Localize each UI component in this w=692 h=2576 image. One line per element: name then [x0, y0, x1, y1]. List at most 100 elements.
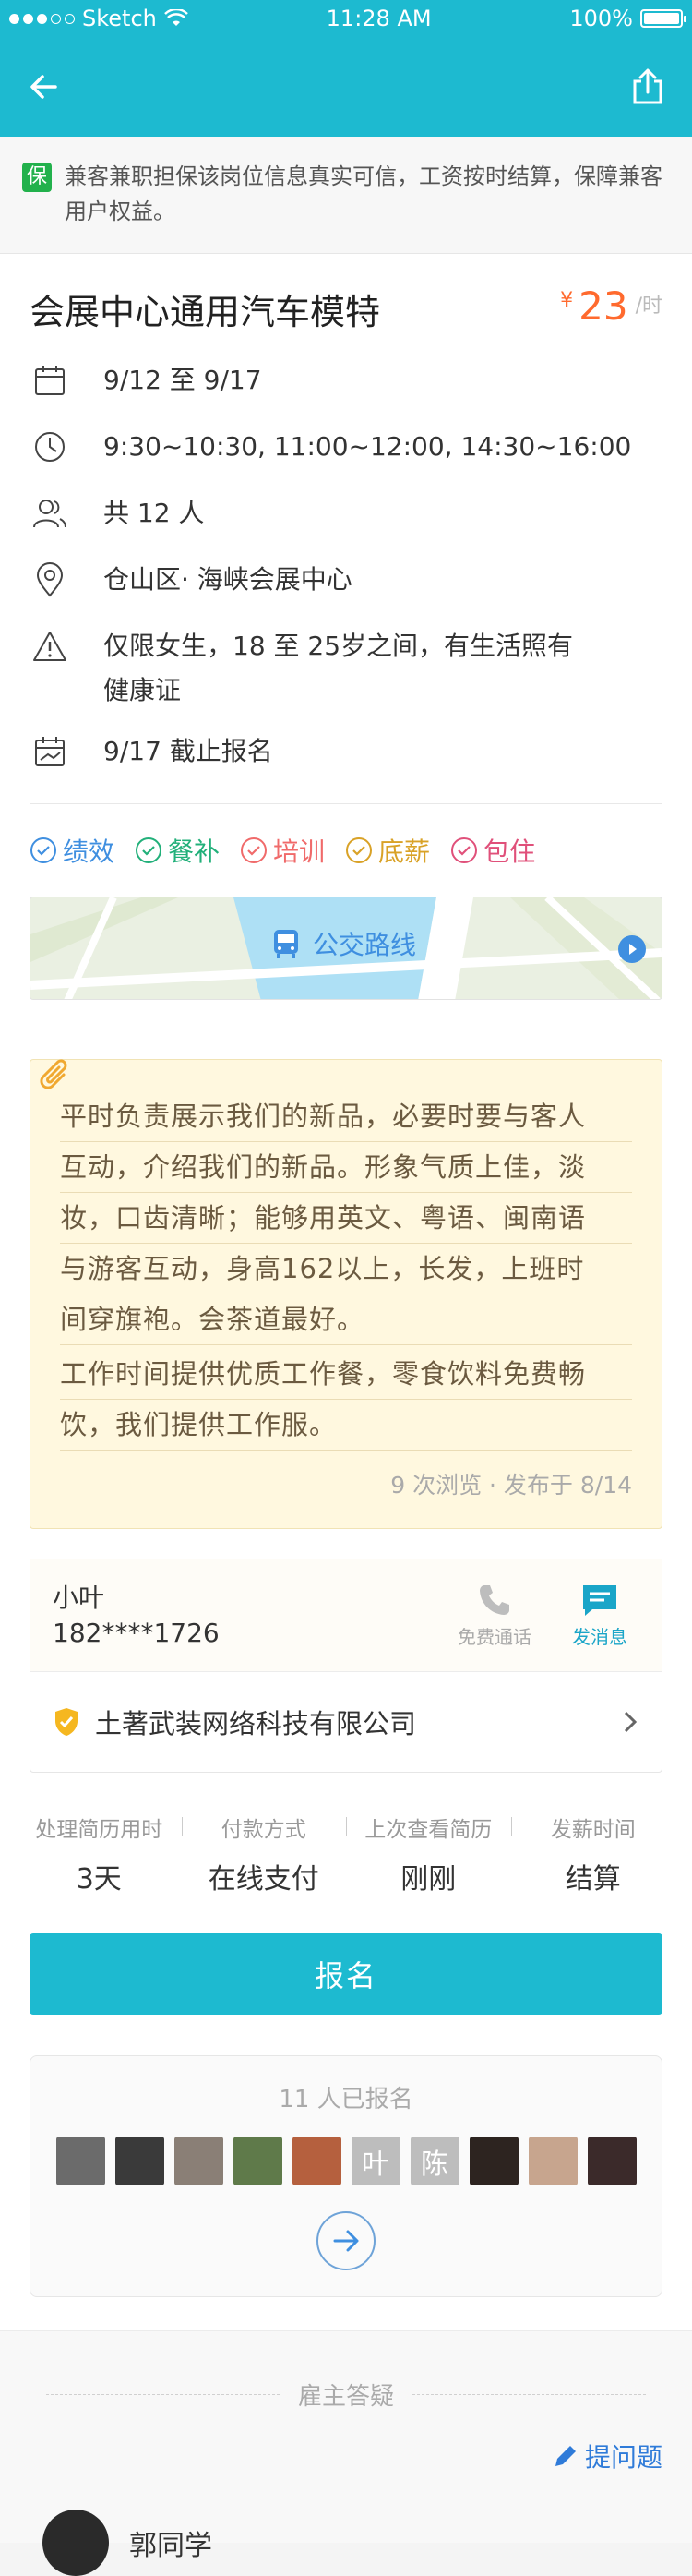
description-line: 饮，我们提供工作服。 [60, 1400, 632, 1451]
ask-question-button[interactable]: 提问题 [0, 2412, 692, 2474]
signal-icon [9, 13, 75, 24]
bus-route-map[interactable]: 公交路线 [30, 897, 662, 1000]
qa-heading: 雇主答疑 [298, 2383, 395, 2411]
description-line: 工作时间提供优质工作餐，零食饮料免费畅 [60, 1349, 632, 1400]
asker-avatar [42, 2510, 109, 2576]
stat-label: 处理简历用时 [35, 1818, 163, 1842]
ask-question-label: 提问题 [584, 2442, 662, 2473]
stat-value: 3天 [76, 1863, 122, 1896]
contact-name: 小叶 [53, 1582, 105, 1613]
back-button[interactable] [22, 65, 66, 109]
stat-item: 发薪时间 结算 [510, 1812, 676, 1896]
applicant-avatar[interactable]: 叶 [351, 2137, 400, 2185]
welfare-tag: 底薪 [345, 832, 430, 869]
guarantee-notice: 保 兼客兼职担保该岗位信息真实可信，工资按时结算，保障兼客用户权益。 [0, 137, 692, 254]
share-icon [633, 68, 662, 104]
applicant-avatars: 叶陈 [30, 2137, 662, 2185]
stat-item: 处理简历用时 3天 [17, 1812, 182, 1896]
status-right: 100% [569, 6, 686, 31]
send-message-label: 发消息 [572, 1626, 627, 1648]
signup-button[interactable]: 报名 [30, 1933, 662, 2015]
map-label: 公交路线 [313, 930, 417, 960]
asker-row: 郭同学 [0, 2474, 692, 2576]
applicants-panel: 11 人已报名 叶陈 [30, 2055, 662, 2297]
job-description: 平时负责展示我们的新品，必要时要与客人 互动，介绍我们的新品。形象气质上佳，淡 妆，… [30, 1059, 662, 1529]
battery-percent: 100% [569, 6, 633, 31]
description-line: 妆，口齿清晰；能够用英文、粤语、闽南语 [60, 1193, 632, 1244]
map-label-group: 公交路线 [272, 925, 416, 962]
qa-heading-row: 雇主答疑 [0, 2377, 692, 2412]
description-line: 平时负责展示我们的新品，必要时要与客人 [60, 1091, 632, 1142]
info-headcount: 共 12 人 [30, 491, 662, 536]
contact-actions: 免费通话 发消息 [455, 1582, 639, 1649]
stat-value: 结算 [565, 1863, 621, 1896]
applicant-avatar[interactable] [55, 2137, 105, 2185]
verified-shield-icon [55, 1708, 78, 1736]
check-circle-icon [451, 837, 478, 863]
info-date: 9/12 至 9/17 [30, 358, 662, 403]
nav-bar [0, 37, 692, 137]
back-arrow-icon [30, 75, 57, 99]
status-left: Sketch [9, 6, 188, 31]
info-headcount-text: 共 12 人 [103, 498, 205, 528]
stat-value: 在线支付 [208, 1863, 319, 1896]
calendar-icon [30, 358, 70, 403]
warning-icon [30, 624, 70, 668]
stat-label: 上次查看简历 [364, 1818, 493, 1842]
carrier-name: Sketch [82, 6, 157, 31]
more-applicants-button[interactable] [316, 2211, 376, 2270]
welfare-tag: 餐补 [135, 832, 220, 869]
applicant-avatar[interactable] [114, 2137, 164, 2185]
pencil-icon [555, 2446, 576, 2466]
applicant-avatar[interactable] [528, 2137, 578, 2185]
contact-info: 小叶 182****1726 [53, 1581, 220, 1651]
welfare-tag: 绩效 [30, 832, 114, 869]
applicant-avatar[interactable] [233, 2137, 282, 2185]
arrow-right-icon [333, 2230, 359, 2252]
guarantee-text: 兼客兼职担保该岗位信息真实可信，工资按时结算，保障兼客用户权益。 [65, 163, 662, 224]
contact-card: 小叶 182****1726 免费通话 发消息 土著武装网络科技有限公司 [30, 1559, 662, 1773]
company-info: 土著武装网络科技有限公司 [53, 1703, 416, 1741]
contact-phone: 182****1726 [53, 1617, 220, 1648]
company-row[interactable]: 土著武装网络科技有限公司 [30, 1672, 662, 1772]
description-line: 互动，介绍我们的新品。形象气质上佳，淡 [60, 1142, 632, 1193]
message-icon [583, 1585, 616, 1616]
job-price: ¥ 23 /时 [560, 283, 662, 329]
qa-section: 雇主答疑 提问题 郭同学 [0, 2330, 692, 2576]
welfare-tag-label: 餐补 [168, 837, 221, 867]
company-name: 土著武装网络科技有限公司 [95, 1708, 417, 1739]
map-go-icon [618, 935, 646, 963]
info-deadline-text: 9/17 截止报名 [103, 736, 273, 766]
job-title: 会展中心通用汽车模特 [30, 292, 381, 332]
description-meta: 9 次浏览 · 发布于 8/14 [390, 1472, 632, 1499]
info-date-text: 9/12 至 9/17 [103, 365, 262, 395]
applicant-avatar[interactable] [587, 2137, 637, 2185]
stat-item: 付款方式 在线支付 [181, 1812, 347, 1896]
applicant-avatar[interactable] [292, 2137, 341, 2185]
welfare-tags: 绩效 餐补 培训 底薪 包住 [0, 804, 692, 897]
job-card: 会展中心通用汽车模特 ¥ 23 /时 9/12 至 9/17 9:30~10:3… [0, 254, 692, 2576]
info-location-text: 仓山区· 海峡会展中心 [103, 564, 352, 595]
applicants-count: 11 人已报名 [279, 2086, 413, 2113]
clock-icon [30, 425, 70, 469]
check-circle-icon [136, 837, 162, 863]
applicant-avatar[interactable]: 陈 [410, 2137, 459, 2185]
description-line: 与游客互动，身高162以上，长发，上班时 [60, 1244, 632, 1294]
welfare-tag-label: 底薪 [378, 837, 431, 867]
applicant-avatar[interactable] [173, 2137, 223, 2185]
send-message-button[interactable]: 发消息 [560, 1582, 639, 1649]
info-location: 仓山区· 海峡会展中心 [30, 558, 662, 602]
price-unit: /时 [635, 295, 662, 318]
applicant-avatar[interactable] [469, 2137, 519, 2185]
info-deadline: 9/17 截止报名 [30, 729, 662, 803]
welfare-tag-label: 包住 [483, 837, 536, 867]
location-pin-icon [30, 558, 70, 602]
free-call-button[interactable]: 免费通话 [455, 1582, 534, 1649]
share-button[interactable] [626, 65, 670, 109]
check-circle-icon [241, 837, 268, 863]
description-body: 平时负责展示我们的新品，必要时要与客人 互动，介绍我们的新品。形象气质上佳，淡 妆，… [60, 1091, 632, 1451]
info-time-text: 9:30~10:30, 11:00~12:00, 14:30~16:00 [103, 431, 632, 462]
contact-row: 小叶 182****1726 免费通话 发消息 [30, 1559, 662, 1672]
